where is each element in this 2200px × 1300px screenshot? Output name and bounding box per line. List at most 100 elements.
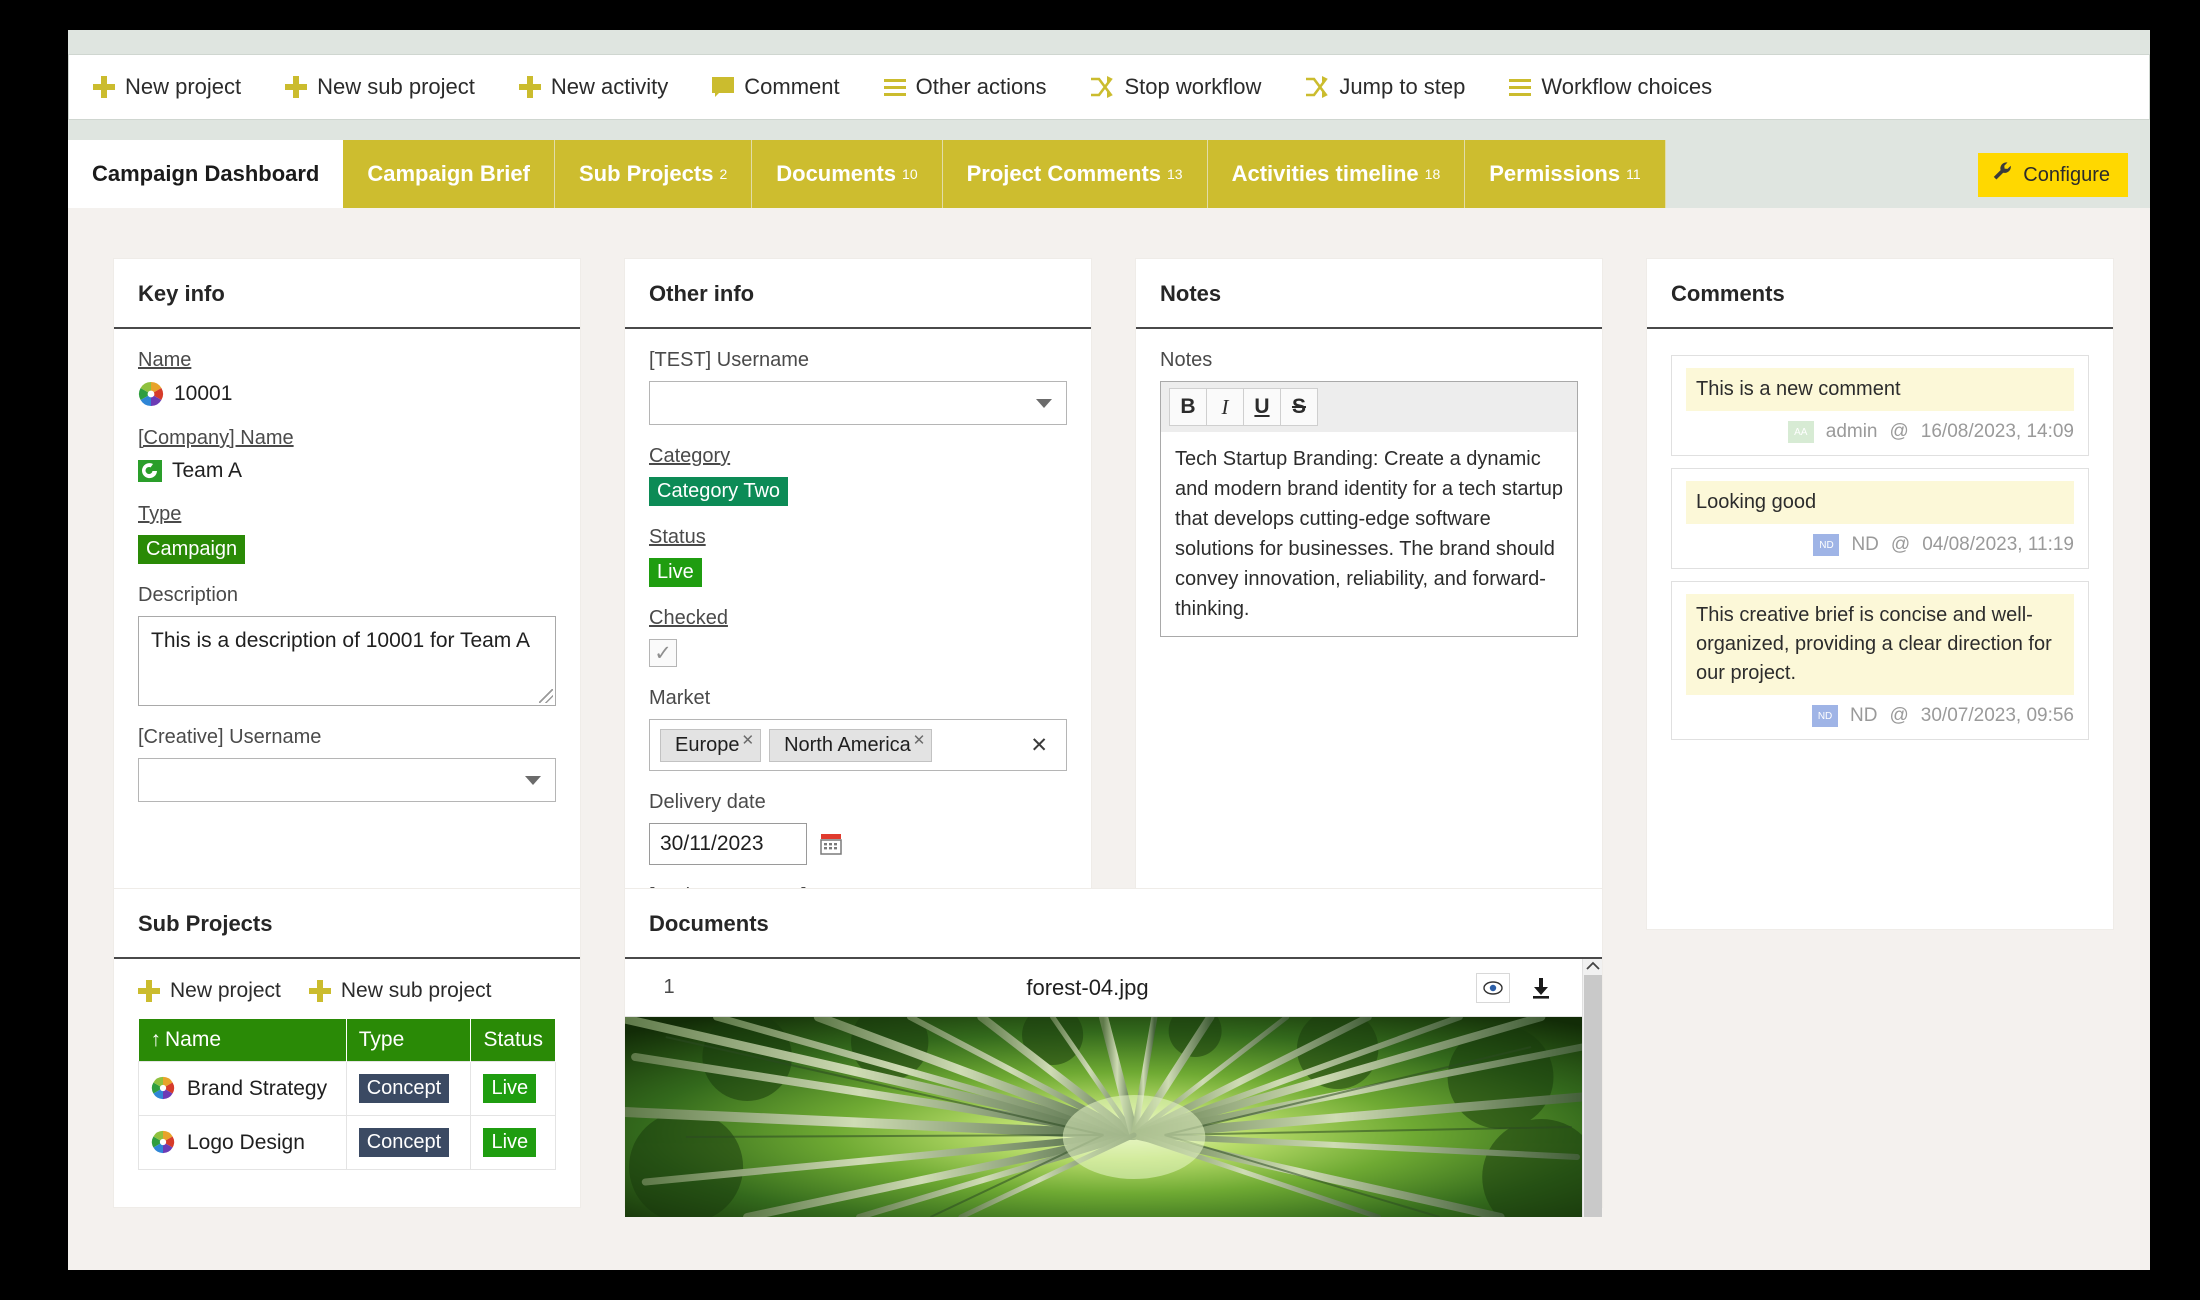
comment-author: ND <box>1850 705 1877 727</box>
column-header-status[interactable]: Status <box>471 1019 556 1062</box>
column-label: Name <box>165 1028 221 1051</box>
column-header-type[interactable]: Type <box>346 1019 471 1062</box>
cell-name: Brand Strategy <box>139 1062 347 1116</box>
scrollbar-thumb[interactable] <box>1584 975 1602 1217</box>
new-activity-button[interactable]: New activity <box>519 68 690 106</box>
test-username-select[interactable] <box>649 381 1067 425</box>
name-value[interactable]: 10001 <box>174 382 232 406</box>
workflow-choices-button[interactable]: Workflow choices <box>1509 68 1734 106</box>
tab-project-comments[interactable]: Project Comments13 <box>943 140 1208 208</box>
documents-title: Documents <box>625 889 1602 959</box>
plus-icon <box>93 76 115 98</box>
tab-activities-timeline[interactable]: Activities timeline18 <box>1208 140 1466 208</box>
action-toolbar: New project New sub project New activity… <box>68 54 2150 120</box>
comment-text: This creative brief is concise and well-… <box>1686 594 2074 695</box>
column-label: Type <box>359 1028 405 1051</box>
clear-all-icon[interactable]: ✕ <box>1030 733 1056 758</box>
tab-bar: Campaign Dashboard Campaign Brief Sub Pr… <box>68 140 2150 208</box>
shuffle-icon <box>1305 76 1329 98</box>
other-info-panel: Other info [TEST] Username Category Cate… <box>624 258 1092 930</box>
new-sub-project-button[interactable]: New sub project <box>285 68 497 106</box>
notes-panel: Notes Notes B I U S Tech Startup Brandin… <box>1135 258 1603 930</box>
documents-scrollbar[interactable] <box>1582 959 1602 1217</box>
table-row[interactable]: Logo Design Concept Live <box>139 1116 556 1170</box>
tab-label: Activities timeline <box>1232 161 1419 187</box>
new-sub-project-label: New sub project <box>317 74 475 100</box>
tab-sub-projects[interactable]: Sub Projects2 <box>555 140 752 208</box>
strikethrough-button[interactable]: S <box>1280 388 1318 426</box>
column-header-name[interactable]: ↑Name <box>139 1019 347 1062</box>
notes-field-label: Notes <box>1160 349 1578 372</box>
tab-count: 2 <box>719 166 727 182</box>
sub-projects-title: Sub Projects <box>114 889 580 959</box>
creative-username-select[interactable] <box>138 758 556 802</box>
market-tag[interactable]: North America ✕ <box>769 729 932 762</box>
sub-new-project-button[interactable]: New project <box>138 979 281 1003</box>
field-creative-username: [Creative] Username <box>138 726 556 802</box>
other-actions-button[interactable]: Other actions <box>884 68 1069 106</box>
comment-icon <box>712 77 734 97</box>
underline-button[interactable]: U <box>1243 388 1281 426</box>
rich-text-toolbar: B I U S <box>1161 382 1577 432</box>
tab-label: Campaign Dashboard <box>92 161 319 187</box>
shuffle-icon <box>1090 76 1114 98</box>
tab-campaign-dashboard[interactable]: Campaign Dashboard <box>68 140 343 208</box>
field-checked: Checked ✓ <box>649 607 1067 667</box>
plus-icon <box>285 76 307 98</box>
sub-new-sub-project-label: New sub project <box>341 979 492 1003</box>
cell-type: Concept <box>346 1116 471 1170</box>
eye-icon[interactable] <box>1476 973 1510 1003</box>
bold-button[interactable]: B <box>1169 388 1207 426</box>
tab-campaign-brief[interactable]: Campaign Brief <box>343 140 555 208</box>
stop-workflow-button[interactable]: Stop workflow <box>1090 68 1283 106</box>
sub-new-sub-project-button[interactable]: New sub project <box>309 979 492 1003</box>
sub-new-project-label: New project <box>170 979 281 1003</box>
at-separator: @ <box>1891 534 1910 556</box>
italic-button[interactable]: I <box>1206 388 1244 426</box>
market-tag-input[interactable]: Europe ✕ North America ✕ ✕ <box>649 719 1067 771</box>
chevron-down-icon <box>1036 399 1052 408</box>
cell-status: Live <box>471 1062 556 1116</box>
chevron-down-icon <box>525 776 541 785</box>
market-tag[interactable]: Europe ✕ <box>660 729 761 762</box>
field-type: Type Campaign <box>138 503 556 564</box>
delivery-date-input[interactable]: 30/11/2023 <box>649 823 807 865</box>
sub-projects-table: ↑Name Type Status <box>138 1019 556 1170</box>
plus-icon <box>138 980 160 1002</box>
at-separator: @ <box>1890 421 1909 443</box>
company-value[interactable]: Team A <box>172 459 242 483</box>
notes-body[interactable]: Tech Startup Branding: Create a dynamic … <box>1161 432 1577 636</box>
remove-tag-icon[interactable]: ✕ <box>913 733 926 748</box>
notes-title: Notes <box>1136 259 1602 329</box>
description-textarea[interactable]: This is a description of 10001 for Team … <box>138 616 556 706</box>
comment-item: This is a new comment AA admin @ 16/08/2… <box>1671 355 2089 456</box>
row-name: Logo Design <box>187 1131 305 1155</box>
tab-permissions[interactable]: Permissions11 <box>1465 140 1665 208</box>
document-filename[interactable]: forest-04.jpg <box>699 975 1476 1001</box>
tab-label: Documents <box>776 161 896 187</box>
avatar: AA <box>1788 421 1814 443</box>
comment-button[interactable]: Comment <box>712 68 861 106</box>
comments-title: Comments <box>1647 259 2113 329</box>
configure-button[interactable]: Configure <box>1978 153 2128 197</box>
dashboard-content: Key info Name <box>68 208 2150 1270</box>
remove-tag-icon[interactable]: ✕ <box>742 733 755 748</box>
calendar-icon[interactable] <box>819 832 843 856</box>
comment-text: This is a new comment <box>1686 368 2074 411</box>
jump-to-step-label: Jump to step <box>1339 74 1465 100</box>
jump-to-step-button[interactable]: Jump to step <box>1305 68 1487 106</box>
comment-timestamp: 04/08/2023, 11:19 <box>1922 534 2074 556</box>
other-info-title: Other info <box>625 259 1091 329</box>
document-preview-image[interactable] <box>625 1017 1582 1217</box>
comment-timestamp: 30/07/2023, 09:56 <box>1921 705 2074 727</box>
new-project-button[interactable]: New project <box>93 68 263 106</box>
delivery-date-label: Delivery date <box>649 791 1067 814</box>
resize-grip-icon[interactable] <box>539 689 553 703</box>
table-row[interactable]: Brand Strategy Concept Live <box>139 1062 556 1116</box>
checked-checkbox[interactable]: ✓ <box>649 639 677 667</box>
tab-documents[interactable]: Documents10 <box>752 140 942 208</box>
new-project-label: New project <box>125 74 241 100</box>
chevron-up-icon[interactable] <box>1586 959 1600 971</box>
document-row[interactable]: 1 forest-04.jpg <box>625 959 1582 1017</box>
download-icon[interactable] <box>1524 973 1558 1003</box>
